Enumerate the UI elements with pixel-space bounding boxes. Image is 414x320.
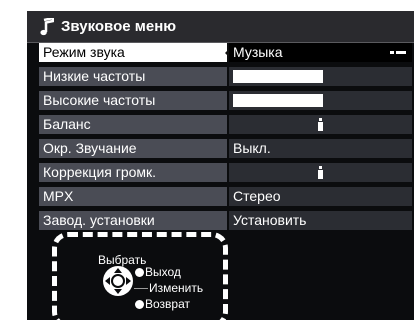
- menu-row-mpx[interactable]: MPX Стерео: [39, 187, 412, 206]
- mpx-label: MPX: [39, 187, 227, 206]
- menu-row-bass[interactable]: Низкие частоты: [39, 67, 412, 86]
- sound-mode-label: Режим звука: [39, 43, 227, 62]
- surround-value[interactable]: Выкл.: [229, 139, 412, 158]
- menu-title: Звуковое меню: [61, 18, 177, 35]
- bullet-icon: [135, 268, 144, 277]
- balance-value[interactable]: [229, 115, 412, 134]
- bullet-icon: [135, 300, 144, 309]
- navigation-pad-icon: [103, 266, 133, 296]
- help-exit-label: Выход: [145, 265, 181, 279]
- menu-row-balance[interactable]: Баланс: [39, 115, 412, 134]
- bass-label: Низкие частоты: [39, 67, 227, 86]
- factory-reset-label: Завод. установки: [39, 211, 227, 230]
- treble-label: Высокие частоты: [39, 91, 227, 110]
- bass-value[interactable]: [229, 67, 412, 86]
- menu-row-loudness[interactable]: Коррекция громк.: [39, 163, 412, 182]
- menu-row-surround[interactable]: Окр. Звучание Выкл.: [39, 139, 412, 158]
- mpx-value[interactable]: Стерео: [229, 187, 412, 206]
- treble-value[interactable]: [229, 91, 412, 110]
- surround-label: Окр. Звучание: [39, 139, 227, 158]
- treble-level-fill: [233, 94, 323, 107]
- right-arrow-icon: [390, 51, 406, 54]
- help-back-label: Возврат: [145, 297, 190, 311]
- change-connector-line: [134, 288, 148, 289]
- bass-level-fill: [233, 70, 323, 83]
- treble-level-bar: [233, 94, 323, 107]
- loudness-position-marker: [318, 166, 323, 179]
- menu-row-sound-mode[interactable]: Режим звука Музыка: [39, 43, 412, 62]
- bass-level-bar: [233, 70, 323, 83]
- factory-reset-value[interactable]: Установить: [229, 211, 412, 230]
- loudness-value[interactable]: [229, 163, 412, 182]
- menu-row-factory-reset[interactable]: Завод. установки Установить: [39, 211, 412, 230]
- balance-position-marker: [318, 118, 323, 131]
- loudness-label: Коррекция громк.: [39, 163, 227, 182]
- music-note-icon: [40, 18, 54, 36]
- menu-row-treble[interactable]: Высокие частоты: [39, 91, 412, 110]
- sound-mode-value[interactable]: Музыка: [229, 43, 412, 62]
- balance-label: Баланс: [39, 115, 227, 134]
- menu-title-bar: Звуковое меню: [27, 11, 414, 43]
- help-change-label: Изменить: [149, 281, 204, 295]
